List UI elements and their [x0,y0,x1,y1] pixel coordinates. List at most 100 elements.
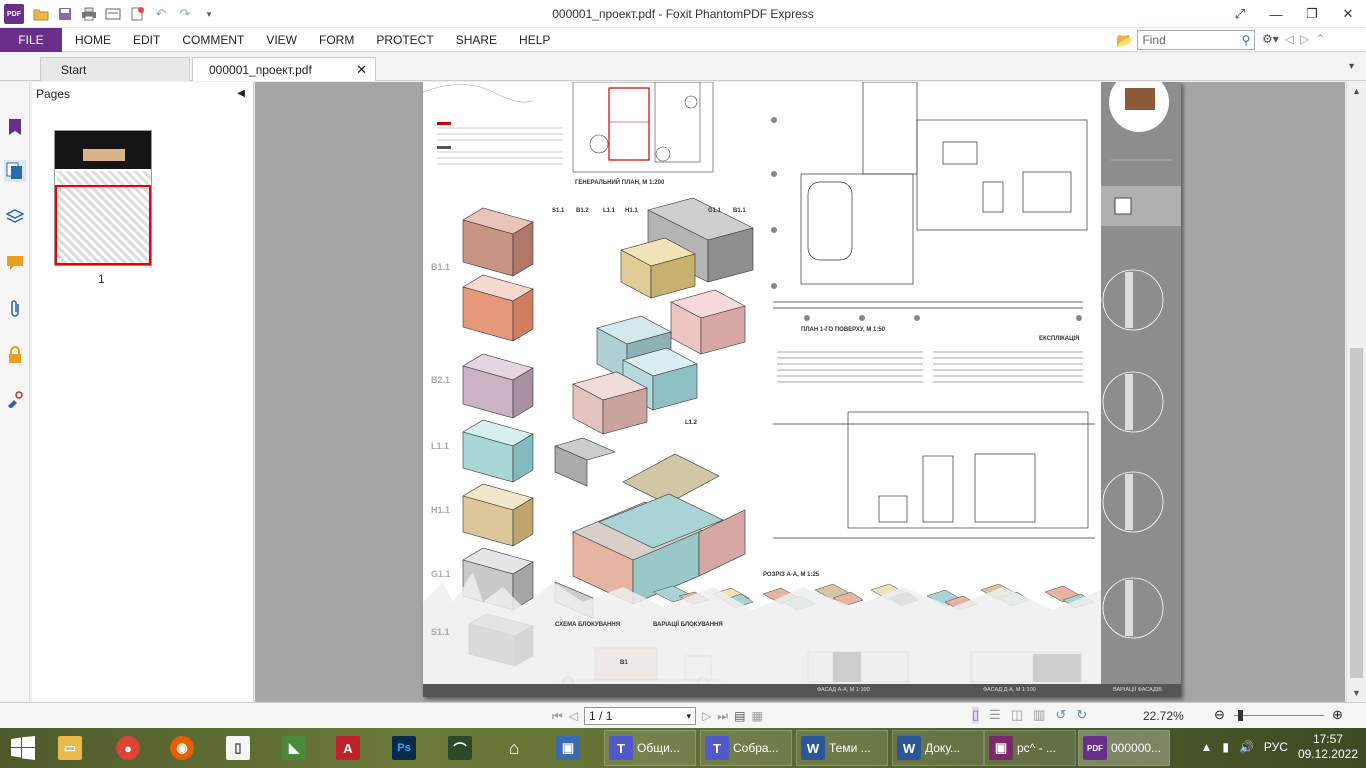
next-view-icon[interactable]: ▦ [751,709,762,723]
scroll-up-icon[interactable]: ▲ [1352,86,1361,96]
page-thumbnail[interactable] [54,130,152,266]
menu-protect[interactable]: PROTECT [365,28,444,52]
menu-view[interactable]: VIEW [255,28,308,52]
menu-share[interactable]: SHARE [445,28,508,52]
previous-view-icon[interactable]: ▤ [734,709,745,723]
chevron-down-icon: ▾ [686,710,692,721]
network-monitor-icon[interactable]: ▣ [556,730,584,766]
signal-icon[interactable]: ▮ [1222,740,1229,754]
ribbon-menu: FILE HOME EDIT COMMENT VIEW FORM PROTECT… [0,28,1366,52]
menu-edit[interactable]: EDIT [122,28,171,52]
floor-plan-title: ПЛАН 1-ГО ПОВЕРХУ, М 1:50 [801,327,885,333]
find-next-icon[interactable]: ▷ [1300,32,1309,46]
zoom-slider[interactable]: ⊖ ⊕ [1214,707,1348,725]
menu-help[interactable]: HELP [508,28,561,52]
vertical-scrollbar[interactable]: ▲ ▼ [1346,82,1366,702]
layers-icon[interactable] [4,206,26,228]
explication-title: ЕКСПЛІКАЦІЯ [1039,336,1080,342]
zoom-level[interactable]: 22.72% [1143,709,1184,723]
page-number-select[interactable]: 1 / 1 ▾ [584,707,697,725]
continuous-facing-view-icon[interactable]: ▥ [1033,707,1045,723]
find-area: 📂 Find ⚲ [1116,30,1256,50]
tray-expand-icon[interactable]: ▲ [1200,740,1212,754]
clock[interactable]: 17:57 09.12.2022 [1298,732,1358,762]
menu-home[interactable]: HOME [64,28,122,52]
chrome-icon[interactable]: ● [116,730,144,766]
scroll-thumb[interactable] [1350,348,1363,678]
security-lock-icon[interactable] [4,344,26,366]
zoom-out-icon[interactable]: ⊖ [1214,707,1225,723]
find-placeholder: Find [1142,33,1166,47]
taskbar-teams-2[interactable]: T Собра... [700,730,792,766]
gear-icon[interactable]: ⚙▾ [1262,32,1279,46]
firefox-icon[interactable]: ◉ [170,730,198,766]
minimize-icon[interactable]: — [1258,0,1294,28]
home-icon[interactable]: ⌂ [502,730,530,766]
comments-icon[interactable] [4,252,26,274]
file-explorer-icon[interactable]: ▭ [58,730,86,766]
first-page-icon[interactable]: ⏮ [552,709,563,724]
language-indicator[interactable]: РУС [1264,740,1288,754]
next-page-icon[interactable]: ▷ [702,709,711,723]
ribbon-collapse-icon[interactable]: ⌃ [1315,32,1325,46]
continuous-view-icon[interactable]: ☰ [989,707,1001,723]
pages-icon[interactable] [4,160,26,182]
restore-icon[interactable]: ❐ [1294,0,1330,28]
taskbar-teams-1[interactable]: T Общи... [604,730,696,766]
single-page-view-icon[interactable]: ▯ [972,707,980,723]
details-strip [1101,82,1181,684]
taskbar-rs-app[interactable]: ▣ рс^ - ... [984,730,1076,766]
pdf-page: ГЕНЕРАЛЬНИЙ ПЛАН, М 1:200 ПЛАН 1-ГО ПОВЕ… [423,82,1181,697]
taskbar-app-label: Собра... [733,741,779,755]
tab-document[interactable]: 000001_проект.pdf ✕ [192,57,376,81]
close-tab-icon[interactable]: ✕ [356,62,367,78]
menu-form[interactable]: FORM [308,28,365,52]
notepad-icon[interactable]: ▯ [226,730,254,766]
thumbnail-page-number: 1 [98,272,105,286]
file-menu-button[interactable]: FILE [0,28,62,52]
zoom-slider-knob[interactable] [1238,710,1243,721]
last-page-icon[interactable]: ⏭ [717,709,728,724]
sketchup-icon[interactable]: ◣ [282,730,310,766]
tab-start[interactable]: Start [40,57,190,81]
navigation-sidebar [0,82,30,702]
column-label: L1.1 [603,208,616,214]
menu-comment[interactable]: COMMENT [171,28,255,52]
window-controls: ⤢ — ❐ ✕ [1222,0,1366,28]
title-bar: PDF ↶ ↷ ▾ 000001_проект.pdf - Foxit Phan… [0,0,1366,28]
document-view[interactable]: ГЕНЕРАЛЬНИЙ ПЛАН, М 1:200 ПЛАН 1-ГО ПОВЕ… [255,82,1345,702]
archicad-icon[interactable]: ⌒ [448,730,476,766]
find-nav: ⚙▾ ◁ ▷ ⌃ [1262,32,1325,46]
autocad-icon[interactable]: A [336,730,364,766]
collapse-panel-icon[interactable]: ◀ [237,88,245,99]
system-tray: ▲ ▮ 🔊 РУС 17:57 09.12.2022 [1200,732,1358,762]
search-icon[interactable]: ⚲ [1242,33,1251,47]
folder-search-icon[interactable]: 📂 [1116,32,1133,49]
zoom-in-icon[interactable]: ⊕ [1332,707,1343,723]
column-label: B1.2 [576,208,589,214]
module-label: G1.1 [431,569,451,579]
taskbar-word-2[interactable]: W Доку... [892,730,984,766]
attachment-icon[interactable] [4,298,26,320]
bookmark-icon[interactable] [4,116,26,138]
windows-start-icon[interactable] [10,736,40,760]
photoshop-icon[interactable]: Ps [392,730,420,766]
previous-page-icon[interactable]: ◁ [569,709,578,723]
close-icon[interactable]: ✕ [1330,0,1366,28]
tab-list-icon[interactable]: ▾ [1349,61,1354,72]
volume-icon[interactable]: 🔊 [1239,740,1254,754]
taskbar-word-1[interactable]: W Теми ... [796,730,888,766]
scroll-down-icon[interactable]: ▼ [1352,688,1361,698]
l12-label: L1.2 [685,420,698,426]
find-input[interactable]: Find ⚲ [1137,30,1256,50]
signature-icon[interactable] [4,388,26,410]
thumbnail-viewport-box[interactable] [55,185,151,265]
find-previous-icon[interactable]: ◁ [1285,32,1294,46]
fullscreen-icon[interactable]: ⤢ [1222,0,1258,28]
floppy-icon: ▣ [989,736,1013,760]
facing-view-icon[interactable]: ◫ [1011,707,1023,723]
facade-aa-caption: ФАСАД А-А, М 1:100 [817,687,870,693]
rotate-right-icon[interactable]: ↻ [1076,707,1087,723]
taskbar-foxit-active[interactable]: PDF 000000... [1078,730,1170,766]
rotate-left-icon[interactable]: ↺ [1055,707,1066,723]
